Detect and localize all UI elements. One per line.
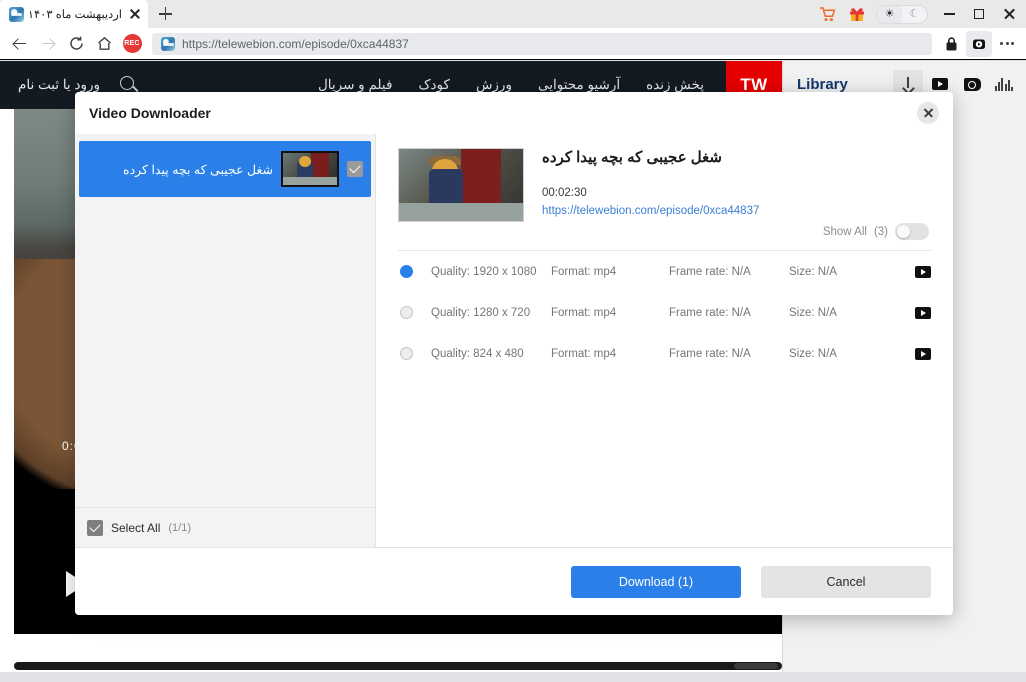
detail-header: شغل عجیبی که بچه پیدا کرده 00:02:30 http…	[398, 148, 931, 240]
size-value: Size: N/A	[789, 347, 837, 360]
quality-radio[interactable]	[400, 347, 413, 360]
site-nav-item-0[interactable]: پخش زنده	[646, 77, 704, 93]
window-bottom-edge	[0, 672, 1026, 682]
video-list-panel: شغل عجیبی که بچه پیدا کرده Select All (1…	[75, 134, 376, 547]
theme-toggle[interactable]: ☀ ☾	[876, 4, 928, 24]
select-all-checkbox[interactable]	[87, 519, 103, 536]
login-link[interactable]: ورود یا ثبت نام	[18, 77, 100, 93]
tab-strip: اردیبهشت ماه ۱۴۰۳ ☀ ☾	[0, 0, 1026, 28]
forward-button	[34, 30, 62, 58]
cart-icon-svg	[819, 6, 836, 21]
lock-icon[interactable]	[938, 31, 964, 57]
dialog-footer: Download (1) Cancel	[75, 547, 953, 615]
show-all-count: (3)	[873, 225, 888, 238]
dialog-close-icon[interactable]	[917, 102, 939, 124]
rec-badge-label: REC	[122, 34, 142, 53]
preview-play-icon[interactable]	[915, 347, 931, 360]
frame-rate-value: Frame rate: N/A	[669, 306, 751, 319]
site-nav-item-3[interactable]: کودک	[418, 77, 450, 93]
library-title: Library	[797, 75, 848, 93]
address-bar[interactable]: https://telewebion.com/episode/0xca44837	[152, 32, 932, 55]
quality-row[interactable]: Quality: 1920 x 1080 Format: mp4 Frame r…	[398, 251, 931, 292]
cancel-button[interactable]: Cancel	[761, 565, 931, 598]
new-tab-button[interactable]	[148, 0, 182, 28]
site-nav-item-1[interactable]: آرشیو محتوایی	[538, 77, 620, 93]
gift-icon[interactable]	[842, 0, 872, 28]
horizontal-scrollbar[interactable]	[14, 662, 782, 670]
frame-rate-value: Frame rate: N/A	[669, 265, 751, 278]
site-nav-items: پخش زنده آرشیو محتوایی ورزش کودک فیلم و …	[318, 77, 726, 93]
size-value: Size: N/A	[789, 265, 837, 278]
select-all-label: Select All	[111, 520, 161, 535]
toolbar-right-actions	[938, 30, 1020, 57]
preview-play-icon[interactable]	[915, 265, 931, 278]
address-bar-url: https://telewebion.com/episode/0xca44837	[182, 36, 409, 51]
quality-row[interactable]: Quality: 1280 x 720 Format: mp4 Frame ra…	[398, 292, 931, 333]
browser-menu-button[interactable]	[994, 31, 1020, 57]
detail-thumbnail	[398, 148, 524, 222]
preview-play-icon[interactable]	[915, 306, 931, 319]
list-item-thumbnail	[281, 151, 339, 187]
quality-value: Quality: 1920 x 1080	[431, 265, 537, 278]
close-window-button[interactable]	[994, 0, 1024, 28]
browser-toolbar: REC https://telewebion.com/episode/0xca4…	[0, 28, 1026, 60]
theme-light-option[interactable]: ☀	[877, 5, 902, 23]
browser-window: اردیبهشت ماه ۱۴۰۳ ☀ ☾ REC https://telewe…	[0, 0, 1026, 682]
list-item-label: شغل عجیبی که بچه پیدا کرده	[123, 162, 273, 177]
back-button[interactable]	[6, 30, 34, 58]
size-value: Size: N/A	[789, 306, 837, 319]
audio-waveform-icon[interactable]	[989, 70, 1019, 98]
dialog-header: Video Downloader	[75, 92, 953, 134]
telewebion-favicon	[9, 6, 24, 22]
detail-duration: 00:02:30	[542, 187, 587, 199]
select-all-row[interactable]: Select All (1/1)	[75, 507, 375, 547]
quality-value: Quality: 1280 x 720	[431, 306, 531, 319]
tabstrip-actions: ☀ ☾	[812, 0, 1026, 28]
frame-rate-value: Frame rate: N/A	[669, 347, 751, 360]
format-value: Format: mp4	[551, 265, 617, 278]
select-all-count: (1/1)	[168, 521, 191, 534]
site-nav-item-4[interactable]: فیلم و سریال	[318, 77, 392, 93]
home-icon[interactable]	[90, 30, 118, 58]
show-all-toggle[interactable]	[895, 223, 929, 240]
show-all-label: Show All	[822, 225, 867, 238]
quality-radio[interactable]	[400, 306, 413, 319]
dialog-title: Video Downloader	[89, 105, 211, 121]
show-all-row: Show All (3)	[542, 223, 931, 240]
dialog-body: شغل عجیبی که بچه پیدا کرده Select All (1…	[75, 134, 953, 547]
format-value: Format: mp4	[551, 347, 617, 360]
video-downloader-icon-svg	[973, 39, 985, 49]
minimize-button[interactable]	[934, 0, 964, 28]
video-detail-panel: شغل عجیبی که بچه پیدا کرده 00:02:30 http…	[376, 134, 953, 547]
video-downloader-dialog: Video Downloader شغل عجیبی که بچه پیدا ک…	[75, 92, 953, 615]
screen-recorder-icon[interactable]: REC	[118, 30, 146, 58]
download-button[interactable]: Download (1)	[571, 565, 741, 598]
tab-title: اردیبهشت ماه ۱۴۰۳	[30, 9, 122, 21]
quality-value: Quality: 824 x 480	[431, 347, 524, 360]
cart-icon[interactable]	[812, 0, 842, 28]
quality-row[interactable]: Quality: 824 x 480 Format: mp4 Frame rat…	[398, 333, 931, 374]
reload-icon[interactable]	[62, 30, 90, 58]
list-item-checkbox[interactable]	[347, 161, 363, 177]
tag-video-icon[interactable]	[957, 70, 987, 98]
detail-meta: شغل عجیبی که بچه پیدا کرده 00:02:30 http…	[542, 148, 931, 240]
video-list: شغل عجیبی که بچه پیدا کرده	[75, 134, 375, 507]
lock-icon-svg	[946, 36, 956, 50]
maximize-button[interactable]	[964, 0, 994, 28]
format-value: Format: mp4	[551, 306, 617, 319]
site-favicon	[161, 36, 175, 51]
home-icon-svg	[97, 36, 111, 50]
detail-title: شغل عجیبی که بچه پیدا کرده	[542, 149, 722, 166]
tab-close-icon[interactable]	[128, 7, 142, 21]
gift-icon-svg	[850, 8, 864, 21]
video-downloader-extension-icon[interactable]	[966, 30, 992, 57]
quality-radio[interactable]	[400, 265, 413, 278]
detail-url[interactable]: https://telewebion.com/episode/0xca44837	[542, 205, 931, 217]
site-nav-item-2[interactable]: ورزش	[476, 77, 512, 93]
reload-icon-svg	[69, 36, 83, 50]
list-item[interactable]: شغل عجیبی که بچه پیدا کرده	[79, 141, 371, 197]
window-controls	[934, 0, 1024, 28]
theme-dark-option[interactable]: ☾	[902, 6, 927, 23]
browser-tab[interactable]: اردیبهشت ماه ۱۴۰۳	[0, 0, 148, 28]
